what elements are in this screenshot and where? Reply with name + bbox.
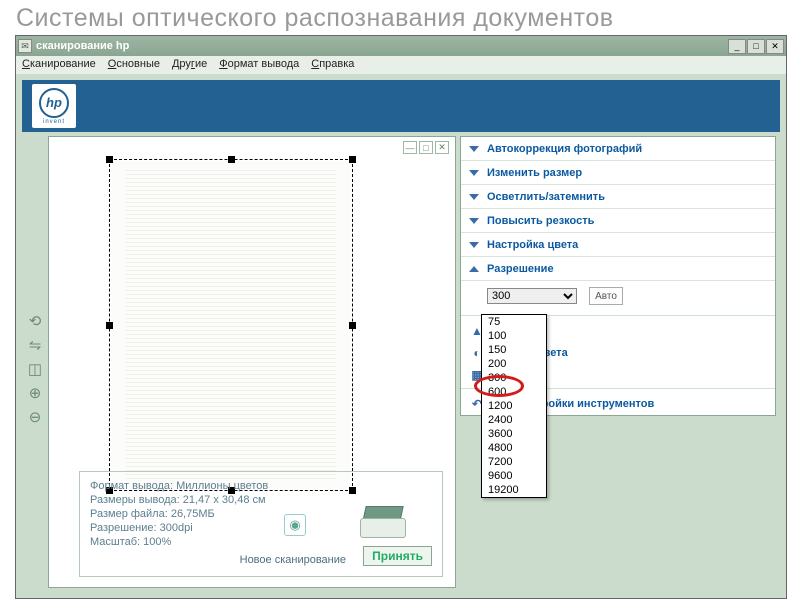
chevron-down-icon [469,242,479,248]
close-button[interactable]: ✕ [766,39,784,54]
menu-format[interactable]: Формат вывода [219,58,299,72]
scan-preview[interactable] [109,159,353,491]
hp-logo-sub: invent [43,119,65,125]
dropdown-option[interactable]: 200 [482,357,546,371]
hp-logo: invent [32,84,76,128]
mirror-icon[interactable]: ⇋ [26,336,44,354]
titlebar: ✉ сканирование hp _ □ ✕ [16,36,786,56]
acc-sharpen[interactable]: Повысить резкость [461,209,775,233]
crop-handle[interactable] [228,156,235,163]
menu-other[interactable]: Другие [172,58,207,72]
client-area: invent ⟲ ⇋ ◫ ⊕ ⊖ — □ ✕ [16,74,786,598]
menu-help[interactable]: Справка [311,58,354,72]
accept-button[interactable]: Принять [363,546,432,566]
panes: ⟲ ⇋ ◫ ⊕ ⊖ — □ ✕ [22,132,780,592]
page-heading: Системы оптического распознавания докуме… [0,0,800,33]
window-title: сканирование hp [36,40,728,52]
zoom-in-icon[interactable]: ⊕ [26,384,44,402]
info-box: Формат вывода: Миллионы цветов Размеры в… [79,471,443,577]
resolution-dropdown[interactable]: 7510015020030060012002400360048007200960… [481,314,547,498]
preview-eye-icon[interactable]: ◉ [284,514,306,536]
chevron-down-icon [469,146,479,152]
acc-label: Настройка цвета [487,239,578,251]
scanner-icon [360,506,406,538]
acc-label: Разрешение [487,263,554,275]
acc-label: Автокоррекция фотографий [487,143,642,155]
info-format: Формат вывода: Миллионы цветов [90,480,432,492]
chevron-down-icon [469,194,479,200]
dropdown-option[interactable]: 150 [482,343,546,357]
dropdown-option[interactable]: 600 [482,385,546,399]
menu-main[interactable]: Основные [108,58,160,72]
chevron-down-icon [469,218,479,224]
zoom-out-icon[interactable]: ⊖ [26,408,44,426]
dropdown-option[interactable]: 19200 [482,483,546,497]
chevron-down-icon [469,170,479,176]
crop-icon[interactable]: ◫ [26,360,44,378]
crop-handle[interactable] [349,156,356,163]
pane-close-icon[interactable]: ✕ [435,141,449,154]
app-icon: ✉ [18,39,32,53]
acc-label: Повысить резкость [487,215,594,227]
info-dims: Размеры вывода: 21,47 x 30,48 см [90,494,432,506]
menubar: ССканированиеканирование Основные Другие… [16,56,786,74]
acc-lighten[interactable]: Осветлить/затемнить [461,185,775,209]
dropdown-option[interactable]: 75 [482,315,546,329]
dropdown-option[interactable]: 3600 [482,427,546,441]
dropdown-option[interactable]: 2400 [482,413,546,427]
minimize-button[interactable]: _ [728,39,746,54]
acc-resize[interactable]: Изменить размер [461,161,775,185]
dropdown-option[interactable]: 4800 [482,441,546,455]
crop-handle[interactable] [349,322,356,329]
sidebar-tools: ⟲ ⇋ ◫ ⊕ ⊖ [22,132,48,592]
pane-minimize-icon[interactable]: — [403,141,417,154]
acc-color[interactable]: Настройка цвета [461,233,775,257]
new-scan-link[interactable]: Новое сканирование [240,554,346,566]
resolution-select[interactable]: 300 [487,288,577,304]
preview-pane: — □ ✕ Формат вывода: Миллионы цвето [48,136,456,588]
rotate-icon[interactable]: ⟲ [26,312,44,330]
window-controls: _ □ ✕ [728,39,784,54]
acc-photo-autocorrect[interactable]: Автокоррекция фотографий [461,137,775,161]
dropdown-option[interactable]: 100 [482,329,546,343]
acc-label: Изменить размер [487,167,582,179]
dropdown-option[interactable]: 9600 [482,469,546,483]
preview-page [109,159,353,491]
dropdown-option[interactable]: 1200 [482,399,546,413]
maximize-button[interactable]: □ [747,39,765,54]
pane-controls: — □ ✕ [403,141,449,154]
chevron-up-icon [469,266,479,272]
crop-handle[interactable] [106,156,113,163]
auto-button[interactable]: Авто [589,287,623,305]
acc-resolution-body: 300 Авто [461,281,775,313]
dropdown-option[interactable]: 300 [482,371,546,385]
hp-logo-icon [39,88,69,118]
crop-handle[interactable] [106,322,113,329]
dropdown-option[interactable]: 7200 [482,455,546,469]
acc-label: Осветлить/затемнить [487,191,605,203]
app-window: ✉ сканирование hp _ □ ✕ ССканированиекан… [15,35,787,599]
brand-band: invent [22,80,780,132]
pane-maximize-icon[interactable]: □ [419,141,433,154]
acc-resolution[interactable]: Разрешение [461,257,775,281]
menu-scan[interactable]: ССканированиеканирование [22,58,96,72]
